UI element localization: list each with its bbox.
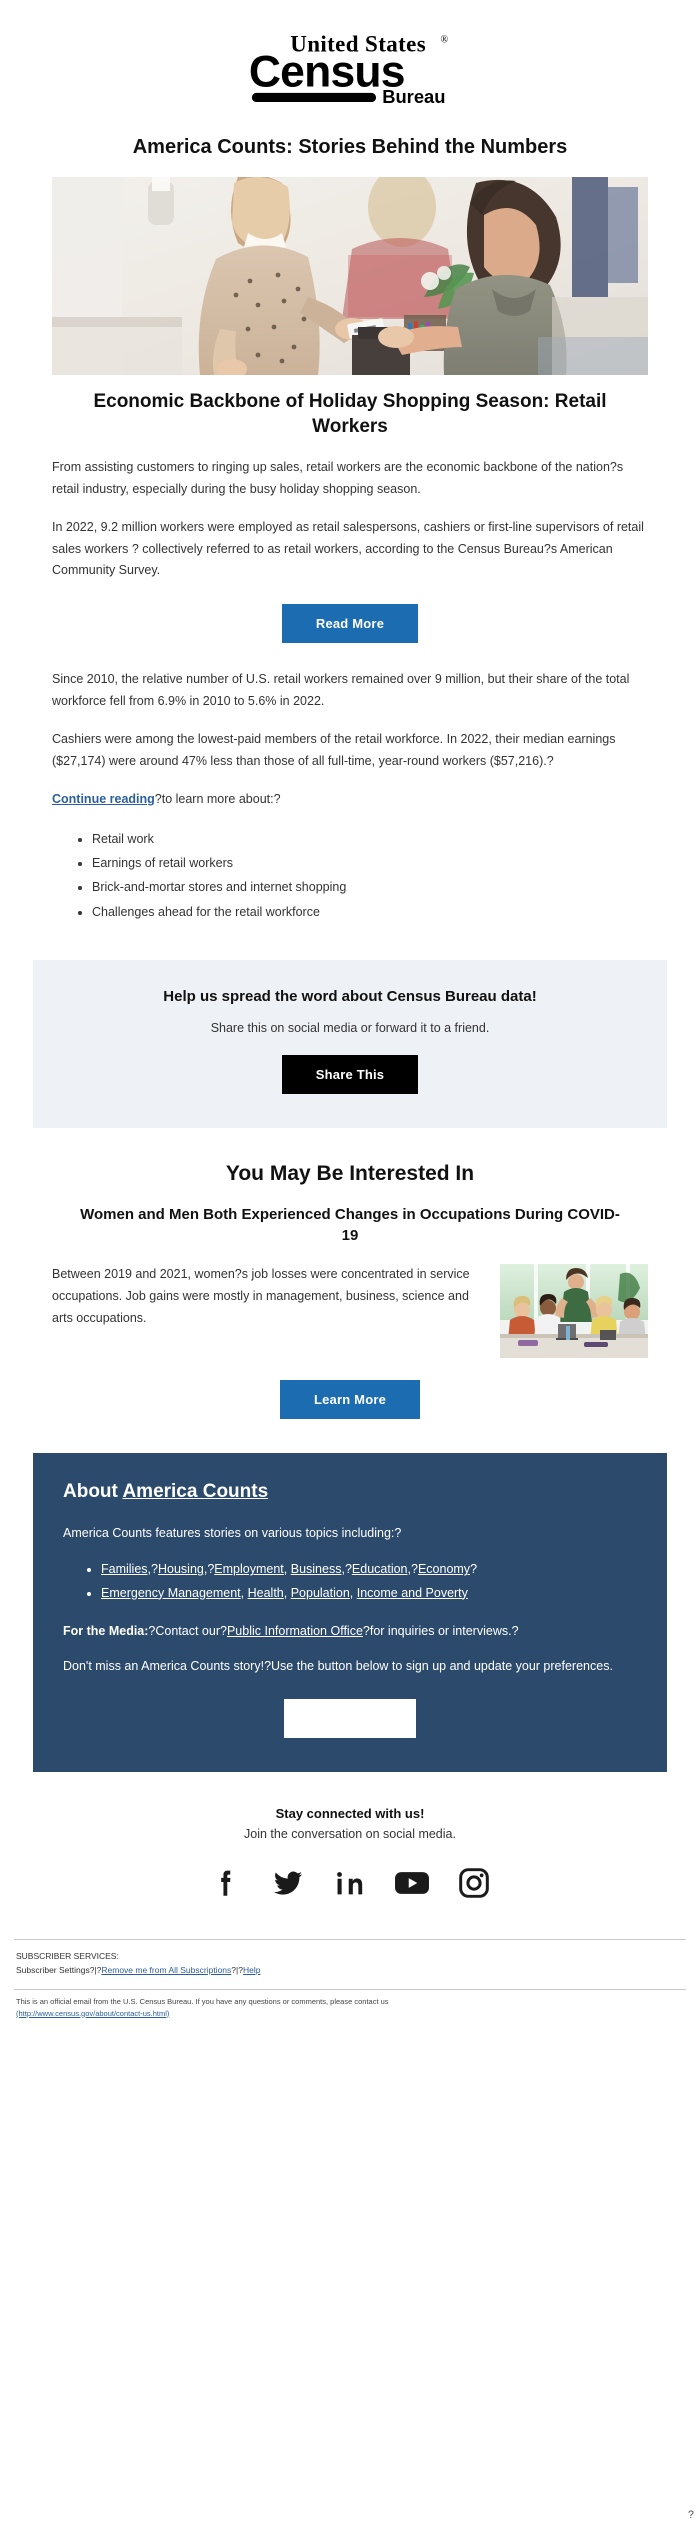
page-title: America Counts: Stories Behind the Numbe… [132, 135, 568, 158]
article-headline: Economic Backbone of Holiday Shopping Se… [93, 390, 607, 437]
learn-more-row: Learn More [52, 1380, 648, 1420]
read-more-row: Read More [52, 604, 648, 644]
census-logo-container: United States ® Census Bureau [0, 0, 700, 128]
hero-illustration [52, 176, 648, 375]
svg-text:Bureau: Bureau [382, 86, 445, 107]
list-item: Brick-and-mortar stores and internet sho… [92, 875, 648, 899]
about-title-link[interactable]: America Counts [122, 1481, 268, 1502]
read-more-button[interactable]: Read More [281, 604, 419, 644]
about-link-families[interactable]: Families [101, 1562, 148, 1576]
footer-links-row: Subscriber Settings?|?Remove me from All… [16, 1964, 684, 1978]
about-link-business[interactable]: Business [291, 1562, 342, 1576]
legal-text: This is an official email from the U.S. … [16, 1997, 389, 2007]
list-item: Challenges ahead for the retail workforc… [92, 900, 648, 924]
list-item: Families,?Housing,?Employment, Business,… [101, 1558, 637, 1581]
about-link-housing[interactable]: Housing [158, 1562, 204, 1576]
share-title: Help us spread the word about Census Bur… [163, 988, 537, 1006]
unsubscribe-link[interactable]: Remove me from All Subscriptions [101, 1965, 231, 1975]
linkedin-icon[interactable] [330, 1863, 370, 1903]
list-item: Retail work [92, 827, 648, 851]
article-paragraph-4: Cashiers were among the lowest-paid memb… [52, 732, 616, 768]
social-section: Stay connected with us! Join the convers… [0, 1772, 700, 1913]
interested-item-row: Between 2019 and 2021, women?s job losse… [52, 1264, 648, 1359]
about-link-health[interactable]: Health [248, 1586, 284, 1600]
about-signup-line: Don't miss an America Counts story!?Use … [63, 1658, 613, 1673]
social-title: Stay connected with us! [275, 1806, 425, 1822]
corner-mark: ? [687, 2509, 694, 2521]
article-topics-list: Retail work Earnings of retail workers B… [52, 827, 648, 925]
article-paragraph-2: In 2022, 9.2 million workers were employ… [52, 519, 644, 578]
continue-reading-line: Continue reading?to learn more about:? [52, 789, 648, 811]
footer-subscriber-services: SUBSCRIBER SERVICES: Subscriber Settings… [0, 1940, 700, 1983]
footer-legal-notice: This is an official email from the U.S. … [0, 1990, 700, 2033]
share-subtitle: Share this on social media or forward it… [210, 1021, 490, 1036]
about-link-income-and-poverty[interactable]: Income and Poverty [357, 1586, 468, 1600]
subscribe-row: Subscribe [63, 1699, 637, 1739]
share-this-button[interactable]: Share This [281, 1055, 419, 1095]
interested-section-title: You May Be Interested In [225, 1162, 475, 1186]
about-media-label: For the Media: [63, 1623, 149, 1638]
subscriber-services-label: SUBSCRIBER SERVICES: [16, 1951, 119, 1962]
about-intro: America Counts features stories on vario… [63, 1526, 402, 1541]
share-panel: Help us spread the word about Census Bur… [33, 960, 667, 1129]
continue-reading-link[interactable]: Continue reading [52, 792, 155, 806]
interested-item-title: Women and Men Both Experienced Changes i… [80, 1206, 620, 1245]
about-panel: About America Counts America Counts feat… [33, 1453, 667, 1773]
subscriber-settings-label: Subscriber Settings [16, 1964, 90, 1975]
article-hero-image [52, 176, 648, 375]
about-topics-list: Families,?Housing,?Employment, Business,… [63, 1558, 637, 1604]
list-item: Emergency Management, Health, Population… [101, 1582, 637, 1605]
about-topic-line1-trailing: ? [470, 1562, 478, 1577]
contact-us-link[interactable]: (http://www.census.gov/about/contact-us.… [16, 2009, 169, 2018]
about-link-economy[interactable]: Economy [418, 1562, 470, 1576]
about-link-education[interactable]: Education [352, 1562, 408, 1576]
interested-item-text: Between 2019 and 2021, women?s job losse… [52, 1267, 470, 1325]
about-media-after: ?for inquiries or interviews.? [362, 1623, 519, 1638]
about-link-emergency-management[interactable]: Emergency Management [101, 1586, 241, 1600]
meeting-photo-illustration [500, 1264, 648, 1359]
continue-reading-suffix: ?to learn more about:? [154, 791, 281, 806]
interested-item-thumbnail [500, 1264, 648, 1359]
email-page: United States ® Census Bureau America Co… [0, 0, 700, 2527]
article-paragraph-1: From assisting customers to ringing up s… [52, 459, 624, 496]
about-link-public-information-office[interactable]: Public Information Office [227, 1624, 363, 1638]
help-link[interactable]: Help [243, 1965, 260, 1975]
footer-separator-2: ?|? [231, 1964, 243, 1975]
about-title-prefix: About [63, 1481, 123, 1503]
about-link-population[interactable]: Population [291, 1586, 350, 1600]
instagram-icon[interactable] [454, 1863, 494, 1903]
census-bureau-logo: United States ® Census Bureau [249, 31, 449, 107]
learn-more-button[interactable]: Learn More [279, 1380, 421, 1420]
about-title: About America Counts [63, 1481, 637, 1503]
svg-text:Census: Census [249, 48, 405, 97]
svg-text:®: ® [440, 34, 448, 45]
social-subtitle: Join the conversation on social media. [244, 1827, 456, 1842]
about-media-before: ?Contact our? [148, 1623, 227, 1638]
youtube-icon[interactable] [392, 1863, 432, 1903]
social-icon-row [40, 1863, 660, 1903]
article-section: Economic Backbone of Holiday Shopping Se… [0, 389, 700, 924]
facebook-icon[interactable] [206, 1863, 246, 1903]
about-media-line: For the Media:?Contact our?Public Inform… [63, 1621, 637, 1642]
twitter-icon[interactable] [268, 1863, 308, 1903]
list-item: Earnings of retail workers [92, 851, 648, 875]
about-link-employment[interactable]: Employment [214, 1562, 283, 1576]
subscribe-button[interactable]: Subscribe [283, 1699, 417, 1739]
footer-separator-1: ?|? [89, 1964, 102, 1975]
interested-section: You May Be Interested In Women and Men B… [0, 1128, 700, 1420]
article-paragraph-3: Since 2010, the relative number of U.S. … [52, 672, 630, 709]
